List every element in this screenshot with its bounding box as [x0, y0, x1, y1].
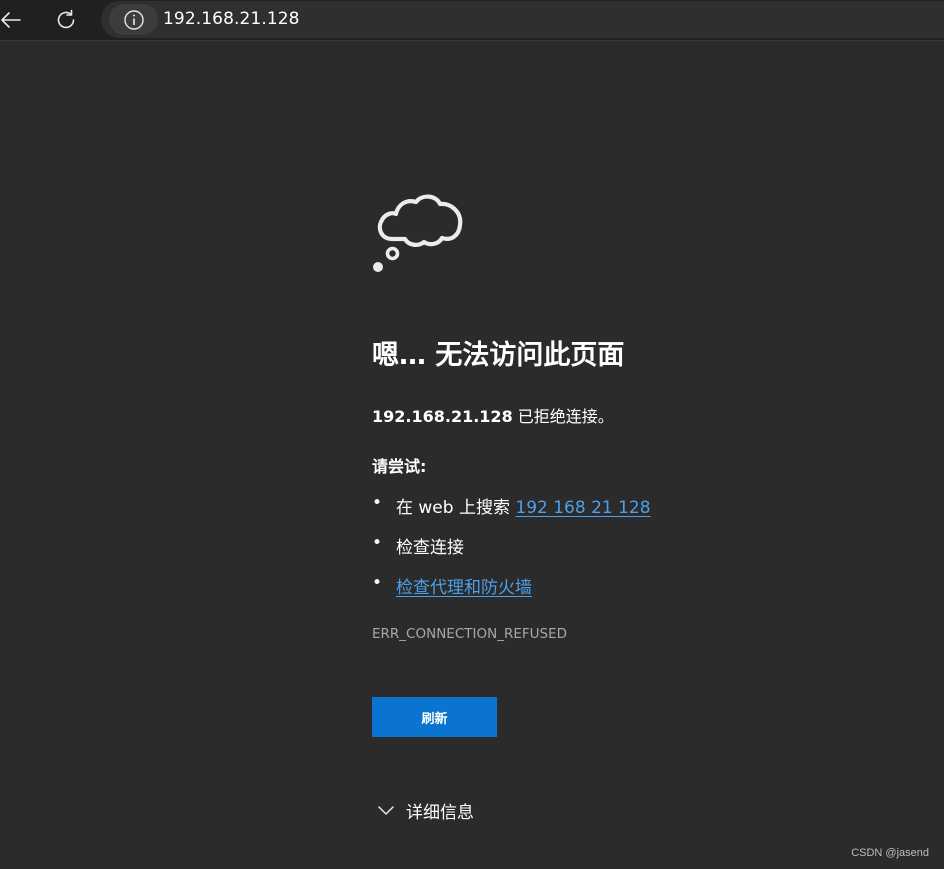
suggestion-list: • 在 web 上搜索 192 168 21 128 • 检查连接 • 检查代理… — [372, 493, 651, 613]
error-code: ERR_CONNECTION_REFUSED — [372, 626, 567, 642]
host-name: 192.168.21.128 — [372, 407, 513, 426]
search-prefix: 在 web 上搜索 — [396, 498, 516, 518]
check-proxy-firewall-link[interactable]: 检查代理和防火墙 — [396, 578, 532, 598]
suggestion-item-search: • 在 web 上搜索 192 168 21 128 — [372, 493, 651, 533]
bullet-icon: • — [372, 493, 383, 513]
site-info-button[interactable] — [109, 4, 158, 35]
refused-text: 已拒绝连接。 — [512, 407, 614, 426]
error-message: 192.168.21.128 已拒绝连接。 — [372, 403, 614, 427]
refresh-button[interactable]: 刷新 — [372, 697, 497, 737]
try-label: 请尝试: — [372, 457, 427, 476]
refresh-page-button[interactable] — [51, 5, 81, 35]
browser-toolbar: 192.168.21.128 — [0, 0, 944, 41]
check-connection-text: 检查连接 — [396, 538, 464, 558]
page-title: 嗯… 无法访问此页面 — [372, 340, 625, 371]
refresh-icon — [57, 9, 75, 29]
info-icon — [123, 9, 144, 30]
back-button[interactable] — [0, 5, 26, 35]
chevron-down-icon — [377, 805, 395, 817]
url-text[interactable]: 192.168.21.128 — [163, 9, 300, 29]
thought-cloud-icon — [373, 194, 463, 272]
suggestion-item-connection: • 检查连接 — [372, 533, 651, 573]
suggestion-item-proxy: • 检查代理和防火墙 — [372, 573, 651, 613]
watermark: CSDN @jasend — [851, 847, 929, 859]
details-toggle[interactable]: 详细信息 — [377, 798, 474, 823]
address-bar[interactable]: 192.168.21.128 — [101, 1, 944, 38]
details-label: 详细信息 — [406, 803, 474, 823]
back-arrow-icon — [1, 12, 21, 28]
bullet-icon: • — [372, 533, 383, 553]
search-web-link[interactable]: 192 168 21 128 — [515, 498, 650, 518]
bullet-icon: • — [372, 573, 383, 593]
